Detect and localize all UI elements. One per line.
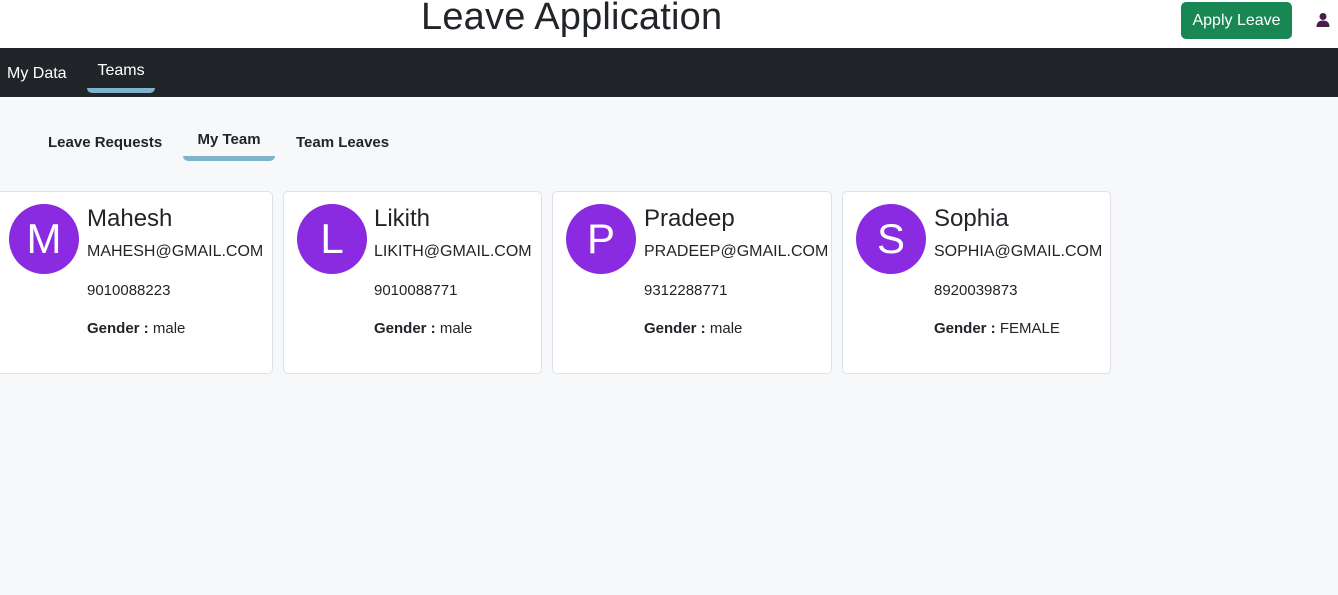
member-name: Sophia	[934, 205, 1009, 232]
member-name: Likith	[374, 205, 431, 232]
top-header: Leave Application Apply Leave	[0, 0, 1338, 48]
team-member-card: L Likith LIKITH@GMAIL.COM 9010088771 Gen…	[283, 191, 542, 374]
gender-label: Gender :	[87, 320, 149, 337]
member-name: Mahesh	[87, 205, 173, 232]
user-icon[interactable]	[1315, 12, 1331, 28]
team-member-card: P Pradeep PRADEEP@GMAIL.COM 9312288771 G…	[552, 191, 832, 374]
member-gender: Gender : male	[87, 320, 263, 337]
main-navbar: My Data Teams	[0, 48, 1338, 97]
member-email: SOPHIA@GMAIL.COM	[934, 243, 1103, 260]
avatar: P	[566, 204, 636, 274]
avatar: S	[856, 204, 926, 274]
member-phone: 8920039873	[934, 282, 1018, 299]
member-gender: Gender : FEMALE	[934, 320, 1102, 337]
member-phone: 9010088771	[374, 282, 458, 299]
member-info: Likith LIKITH@GMAIL.COM 9010088771 Gende…	[374, 204, 532, 337]
tab-leave-requests[interactable]: Leave Requests	[48, 134, 162, 151]
page-title: Leave Application	[421, 0, 723, 38]
nav-teams[interactable]: Teams	[87, 48, 155, 97]
member-email: PRADEEP@GMAIL.COM	[644, 243, 829, 260]
tab-my-team[interactable]: My Team	[183, 131, 275, 161]
tab-team-leaves[interactable]: Team Leaves	[296, 134, 389, 151]
member-phone: 9312288771	[644, 282, 728, 299]
gender-value: FEMALE	[999, 320, 1060, 337]
member-name: Pradeep	[644, 205, 735, 232]
gender-value: male	[152, 320, 186, 337]
member-info: Pradeep PRADEEP@GMAIL.COM 9312288771 Gen…	[644, 204, 828, 337]
member-info: Sophia SOPHIA@GMAIL.COM 8920039873 Gende…	[934, 204, 1102, 337]
gender-value: male	[439, 320, 473, 337]
avatar: M	[9, 204, 79, 274]
member-gender: Gender : male	[644, 320, 828, 337]
gender-label: Gender :	[374, 320, 436, 337]
team-member-card: M Mahesh MAHESH@GMAIL.COM 9010088223 Gen…	[0, 191, 273, 374]
gender-value: male	[709, 320, 743, 337]
gender-label: Gender :	[644, 320, 706, 337]
avatar: L	[297, 204, 367, 274]
gender-label: Gender :	[934, 320, 996, 337]
member-phone: 9010088223	[87, 282, 171, 299]
member-gender: Gender : male	[374, 320, 532, 337]
nav-my-data[interactable]: My Data	[7, 48, 67, 97]
member-email: LIKITH@GMAIL.COM	[374, 243, 532, 260]
team-subtabs: Leave Requests My Team Team Leaves	[0, 97, 1338, 167]
team-member-card: S Sophia SOPHIA@GMAIL.COM 8920039873 Gen…	[842, 191, 1111, 374]
member-info: Mahesh MAHESH@GMAIL.COM 9010088223 Gende…	[87, 204, 263, 337]
apply-leave-button[interactable]: Apply Leave	[1181, 2, 1292, 39]
member-email: MAHESH@GMAIL.COM	[87, 243, 264, 260]
